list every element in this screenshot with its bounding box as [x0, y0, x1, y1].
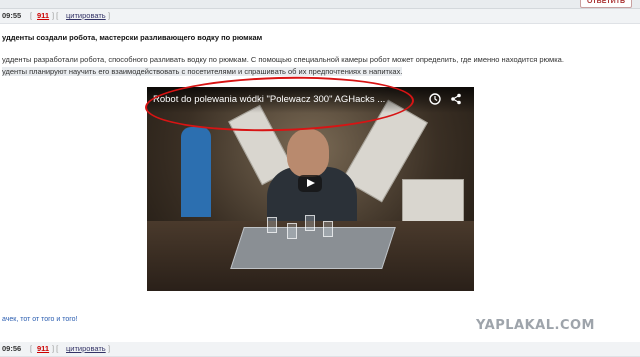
post-time: 09:56 [2, 344, 22, 353]
bracket: [ [30, 344, 33, 353]
shot-glass [287, 223, 297, 239]
shot-glass [267, 217, 277, 233]
shot-glass [323, 221, 333, 237]
bracket: [ [30, 11, 33, 20]
person-head [287, 129, 329, 177]
clock-icon[interactable] [429, 93, 441, 105]
share-icon[interactable] [450, 93, 462, 105]
post-time: 09:55 [2, 11, 22, 20]
post-number-link[interactable]: 911 [37, 342, 49, 356]
article-title: удденты создали робота, мастерски разлив… [2, 33, 263, 42]
quote-link[interactable]: цитировать [66, 9, 106, 23]
post-meta-bar: 09:56 [ 911 ] [ цитировать ] [0, 342, 640, 357]
reply-button[interactable]: ОТВЕТИТЬ [579, 0, 632, 8]
quote-link[interactable]: цитировать [66, 342, 106, 356]
tray [230, 227, 396, 269]
article-paragraph: уденты планируют научить его взаимодейст… [2, 67, 403, 76]
post-number-link[interactable]: 911 [37, 9, 49, 23]
shot-glass [305, 215, 315, 231]
article-paragraph: удденты разработали робота, способного р… [2, 55, 564, 64]
play-button[interactable] [298, 175, 322, 192]
background-person [181, 127, 211, 217]
top-bar: ОТВЕТИТЬ [0, 0, 640, 9]
bracket: ] [ [52, 11, 59, 20]
site-watermark: YAPLAKAL.COM [476, 318, 595, 333]
bracket: ] [108, 11, 111, 20]
bracket: ] [108, 344, 111, 353]
footer-text: ачек, тот от того и того! [2, 316, 78, 323]
bracket: ] [ [52, 344, 59, 353]
post-meta-bar: 09:55 [ 911 ] [ цитировать ] [0, 9, 640, 24]
